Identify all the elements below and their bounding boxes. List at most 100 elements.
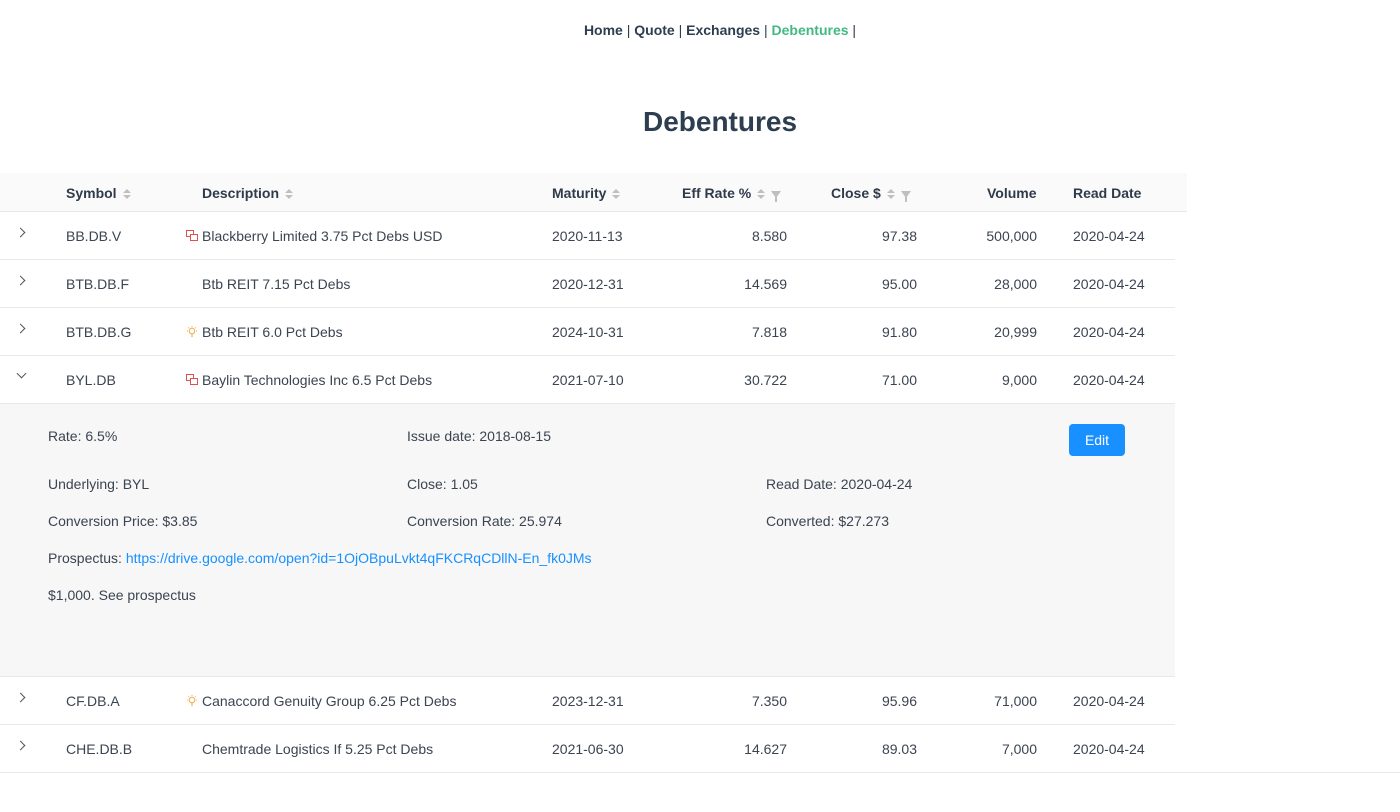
detail-prospectus: Prospectus: https://drive.google.com/ope… (48, 550, 592, 566)
bulb-icon (186, 694, 198, 707)
cell-volume: 28,000 (994, 276, 1037, 292)
detail-read-date: Read Date: 2020-04-24 (766, 476, 913, 492)
cell-close: 95.96 (881, 693, 917, 709)
table-row[interactable]: BYL.DB Baylin Technologies Inc 6.5 Pct De… (0, 356, 1175, 404)
nav-exchanges[interactable]: Exchanges (686, 22, 760, 38)
sort-icon[interactable] (122, 189, 131, 199)
cell-symbol: BB.DB.V (66, 228, 122, 244)
cell-description: Blackberry Limited 3.75 Pct Debs USD (202, 228, 443, 244)
sort-icon[interactable] (612, 189, 621, 199)
cell-close: 97.38 (881, 228, 917, 244)
table-row[interactable]: BTB.DB.F Btb REIT 7.15 Pct Debs 2020-12-31… (0, 260, 1175, 308)
column-symbol-label: Symbol (66, 185, 117, 201)
cell-symbol: BYL.DB (66, 372, 116, 388)
detail-close: Close: 1.05 (407, 476, 478, 492)
cell-symbol: BTB.DB.G (66, 324, 132, 340)
cell-read-date: 2020-04-24 (1073, 276, 1145, 292)
cell-read-date: 2020-04-24 (1073, 693, 1145, 709)
chevron-right-icon[interactable] (15, 227, 26, 238)
cell-volume: 71,000 (994, 693, 1037, 709)
chevron-down-icon[interactable] (16, 368, 27, 379)
cell-description: Baylin Technologies Inc 6.5 Pct Debs (202, 372, 433, 388)
cell-eff-rate: 7.818 (751, 324, 787, 340)
column-eff-rate[interactable]: Eff Rate % (682, 185, 782, 202)
cell-volume: 7,000 (1001, 741, 1037, 757)
cell-symbol: CHE.DB.B (66, 741, 133, 757)
cell-read-date: 2020-04-24 (1073, 228, 1145, 244)
filter-icon[interactable] (900, 191, 911, 202)
chevron-right-icon[interactable] (15, 275, 26, 286)
sort-icon[interactable] (886, 189, 895, 199)
top-nav: Home | Quote | Exchanges | Debentures | (0, 22, 1400, 38)
cell-maturity: 2021-06-30 (552, 741, 624, 757)
cell-volume: 20,999 (994, 324, 1037, 340)
cell-maturity: 2024-10-31 (552, 324, 624, 340)
table-bottom-divider (0, 772, 1400, 773)
cell-read-date: 2020-04-24 (1073, 324, 1145, 340)
filter-icon[interactable] (771, 191, 782, 202)
column-description[interactable]: Description (202, 185, 294, 201)
detail-note: $1,000. See prospectus (48, 587, 196, 603)
detail-converted: Converted: $27.273 (766, 513, 889, 529)
prospectus-label: Prospectus: (48, 550, 126, 566)
page-title: Debentures (642, 106, 798, 137)
cell-close: 91.80 (881, 324, 917, 340)
nav-separator: | (626, 22, 631, 38)
nav-quote[interactable]: Quote (634, 22, 674, 38)
chevron-right-icon[interactable] (15, 323, 26, 334)
cell-maturity: 2021-07-10 (552, 372, 624, 388)
cell-description: Canaccord Genuity Group 6.25 Pct Debs (202, 693, 457, 709)
cell-description: Chemtrade Logistics If 5.25 Pct Debs (202, 741, 434, 757)
detail-underlying: Underlying: BYL (48, 476, 150, 492)
cell-eff-rate: 14.627 (744, 741, 787, 757)
cell-read-date: 2020-04-24 (1073, 372, 1145, 388)
cell-close: 89.03 (881, 741, 917, 757)
column-close-label: Close $ (831, 185, 881, 201)
prospectus-link[interactable]: https://drive.google.com/open?id=1OjOBpu… (126, 550, 592, 566)
detail-conversion-price: Conversion Price: $3.85 (48, 513, 198, 529)
column-maturity-label: Maturity (552, 185, 607, 201)
nav-separator: | (763, 22, 768, 38)
cell-symbol: BTB.DB.F (66, 276, 130, 292)
cell-maturity: 2020-12-31 (552, 276, 624, 292)
edit-button[interactable]: Edit (1069, 424, 1125, 456)
cell-description: Btb REIT 6.0 Pct Debs (202, 324, 343, 340)
column-read-date: Read Date (1073, 185, 1142, 201)
cell-description: Btb REIT 7.15 Pct Debs (202, 276, 351, 292)
sort-icon[interactable] (757, 189, 766, 199)
debentures-table: Symbol Description Maturity Eff Rate % C… (0, 173, 1187, 773)
column-eff-rate-label: Eff Rate % (682, 185, 752, 201)
nav-home[interactable]: Home (584, 22, 623, 38)
nav-separator: | (678, 22, 683, 38)
bulb-icon (186, 325, 198, 338)
cell-close: 95.00 (881, 276, 917, 292)
detail-conversion-rate: Conversion Rate: 25.974 (407, 513, 562, 529)
cell-read-date: 2020-04-24 (1073, 741, 1145, 757)
detail-rate: Rate: 6.5% (48, 428, 118, 444)
table-row[interactable]: CHE.DB.B Chemtrade Logistics If 5.25 Pct … (0, 725, 1175, 773)
sort-icon[interactable] (285, 189, 294, 199)
nav-debentures[interactable]: Debentures (772, 22, 849, 38)
cell-maturity: 2020-11-13 (552, 228, 623, 244)
convert-icon (186, 229, 198, 241)
cell-volume: 500,000 (986, 228, 1037, 244)
column-description-label: Description (202, 185, 280, 201)
nav-separator: | (852, 22, 857, 38)
cell-eff-rate: 14.569 (744, 276, 787, 292)
detail-issue-date: Issue date: 2018-08-15 (407, 428, 551, 444)
column-symbol[interactable]: Symbol (66, 185, 131, 201)
convert-icon (186, 373, 198, 385)
chevron-right-icon[interactable] (15, 692, 26, 703)
table-row[interactable]: BTB.DB.G Btb REIT 6.0 Pct Debs 2024-10-31 7… (0, 308, 1175, 356)
column-maturity[interactable]: Maturity (552, 185, 621, 201)
cell-close: 71.00 (881, 372, 917, 388)
cell-eff-rate: 8.580 (751, 228, 787, 244)
column-volume: Volume (987, 185, 1037, 201)
column-close[interactable]: Close $ (831, 185, 911, 202)
table-row[interactable]: BB.DB.V Blackberry Limited 3.75 Pct Debs … (0, 212, 1175, 260)
cell-eff-rate: 30.722 (744, 372, 787, 388)
cell-maturity: 2023-12-31 (552, 693, 624, 709)
table-row[interactable]: CF.DB.A Canaccord Genuity Group 6.25 Pct … (0, 677, 1175, 725)
chevron-right-icon[interactable] (15, 740, 26, 751)
expanded-row-details: Rate: 6.5% Issue date: 2018-08-15 Edit U… (0, 404, 1175, 677)
